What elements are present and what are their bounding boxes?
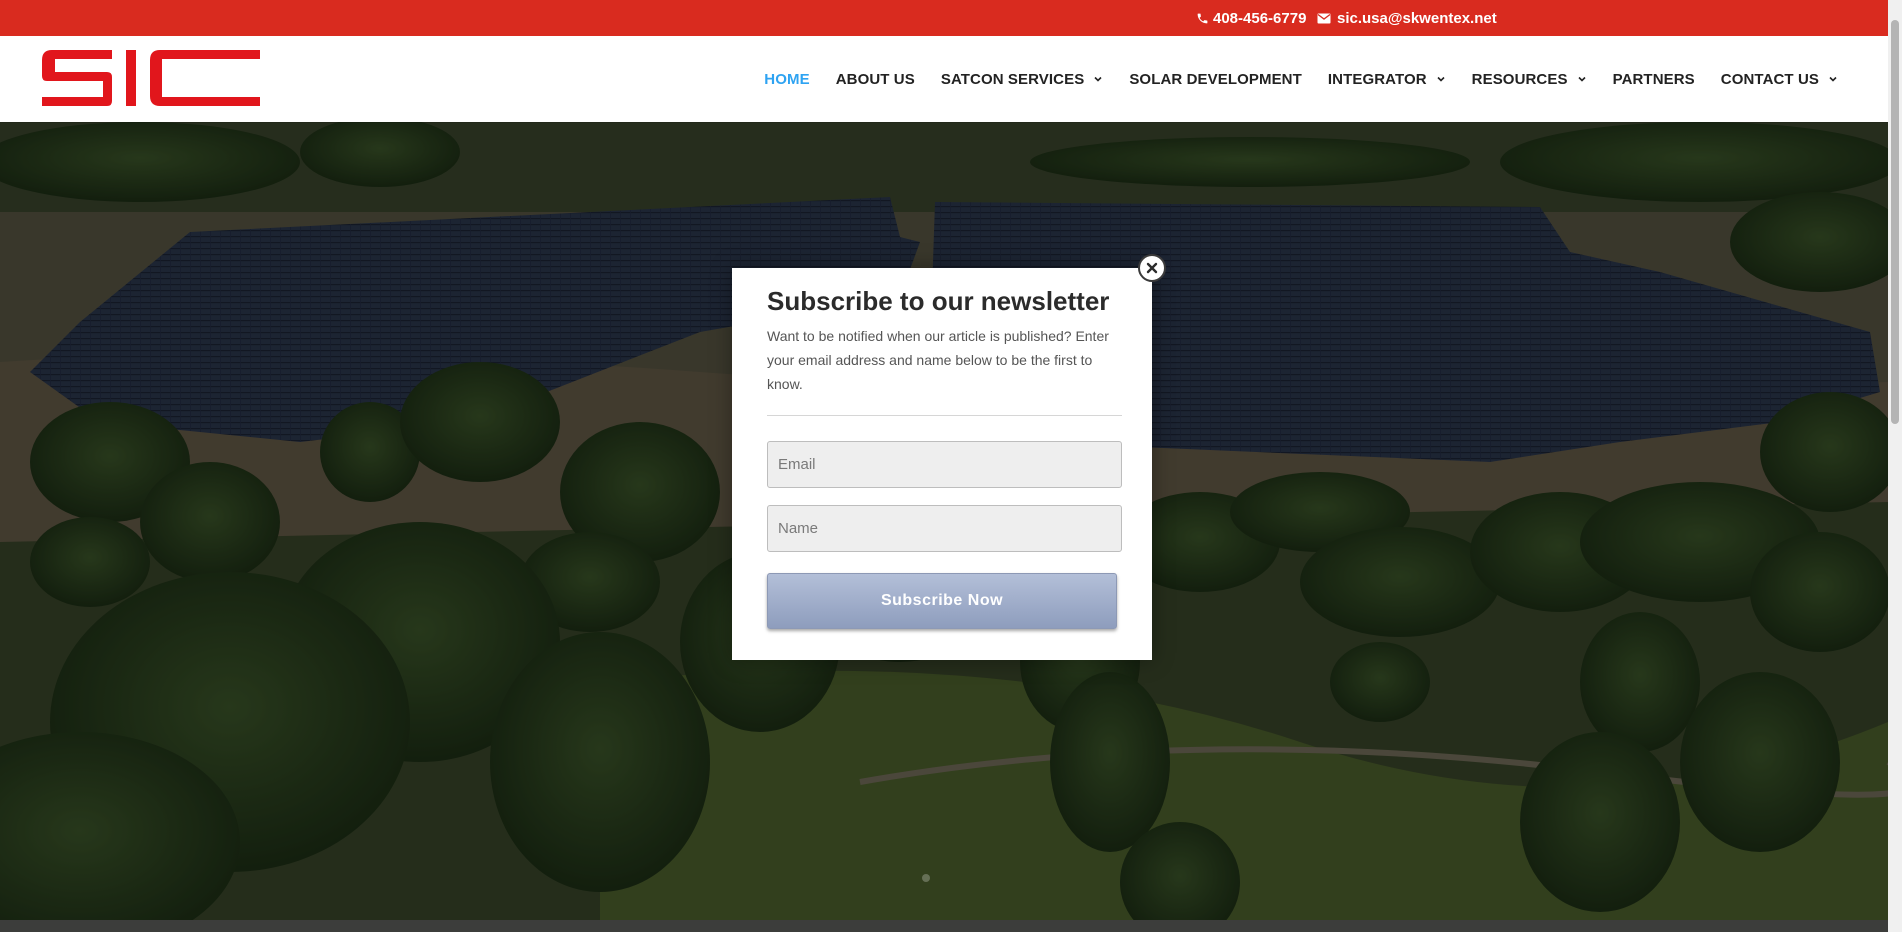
popup-close-button[interactable] (1138, 254, 1166, 282)
email-link[interactable]: sic.usa@skwentex.net (1317, 0, 1497, 36)
popup-title: Subscribe to our newsletter (767, 286, 1110, 316)
close-icon (1146, 262, 1158, 274)
chevron-down-icon (1094, 76, 1102, 82)
page-bottom-strip (0, 920, 1888, 932)
nav-solar-development[interactable]: SOLAR DEVELOPMENT (1129, 71, 1302, 88)
top-contact-bar: 408-456-6779 sic.usa@skwentex.net (0, 0, 1888, 36)
nav-contact-us[interactable]: CONTACT US (1721, 71, 1838, 88)
email-address: sic.usa@skwentex.net (1337, 9, 1497, 27)
main-navigation: HOME ABOUT US SATCON SERVICES SOLAR DEVE… (738, 36, 1838, 122)
nav-resources[interactable]: RESOURCES (1472, 71, 1587, 88)
nav-solar-development-label: SOLAR DEVELOPMENT (1129, 70, 1302, 88)
nav-partners[interactable]: PARTNERS (1613, 71, 1695, 88)
nav-contact-us-label: CONTACT US (1720, 70, 1819, 88)
chevron-down-icon (1578, 76, 1586, 82)
envelope-icon (1317, 13, 1331, 23)
sic-logo[interactable] (42, 50, 260, 106)
nav-resources-label: RESOURCES (1471, 70, 1568, 88)
scrollbar-thumb[interactable] (1891, 20, 1899, 424)
nav-about-us-label: ABOUT US (835, 70, 915, 88)
phone-icon (1197, 13, 1208, 23)
email-input[interactable] (767, 441, 1122, 489)
chevron-down-icon (1829, 76, 1837, 82)
phone-number: 408-456-6779 (1213, 9, 1307, 27)
nav-about-us[interactable]: ABOUT US (836, 71, 915, 88)
subscribe-button[interactable]: Subscribe Now (767, 573, 1117, 630)
nav-home-label: HOME (764, 70, 810, 88)
nav-satcon-services[interactable]: SATCON SERVICES (941, 71, 1103, 88)
nav-satcon-services-label: SATCON SERVICES (940, 70, 1085, 88)
newsletter-popup: Subscribe to our newsletter Want to be n… (732, 268, 1152, 660)
name-input[interactable] (767, 505, 1122, 553)
site-header: HOME ABOUT US SATCON SERVICES SOLAR DEVE… (0, 36, 1888, 122)
phone-link[interactable]: 408-456-6779 (1196, 0, 1306, 36)
popup-divider (767, 415, 1122, 417)
slider-dot[interactable] (922, 874, 930, 882)
nav-integrator-label: INTEGRATOR (1327, 70, 1427, 88)
nav-partners-label: PARTNERS (1612, 70, 1695, 88)
nav-home[interactable]: HOME (764, 71, 809, 88)
chevron-down-icon (1437, 76, 1445, 82)
nav-integrator[interactable]: INTEGRATOR (1328, 71, 1446, 88)
popup-description: Want to be notified when our article is … (767, 328, 1109, 393)
page-scrollbar[interactable] (1888, 0, 1902, 932)
